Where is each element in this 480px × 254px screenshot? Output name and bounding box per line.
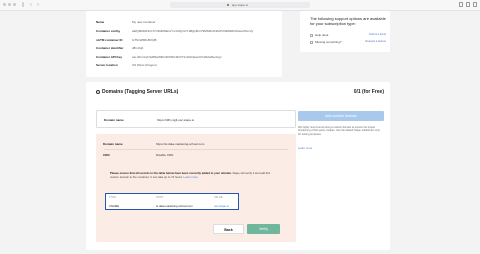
info-key: Name (96, 20, 105, 24)
pending-domain-value: https://st.data-marketing-school.com (156, 142, 205, 146)
default-domain-row: Domain name https://dfhn.tqjlt.usc.stape… (96, 110, 296, 128)
add-custom-domain-button[interactable]: Add custom domain (298, 111, 384, 121)
info-key: Container identifier (96, 46, 124, 50)
address-bar-url: app.stape.io (231, 3, 249, 7)
support-label: Missing something? (315, 40, 342, 44)
info-value[interactable]: aWQ9R1RNLVJYUDdhWE1vYmU0QnVtY1BjJjJlbnY9… (132, 29, 253, 33)
domains-panel: Domains (Tagging Server URLs) 0/1 (for F… (86, 82, 390, 250)
info-value: My new container (132, 20, 156, 24)
info-key: Container config (96, 29, 120, 33)
window-controls[interactable] (3, 3, 16, 6)
back-button[interactable]: Back (213, 224, 244, 234)
help-desk-icon (310, 33, 313, 37)
sidebar-toggle-icon[interactable]: ▯ (20, 2, 26, 8)
browser-actions (459, 2, 477, 7)
info-value[interactable]: dfhnzlqh (132, 46, 143, 50)
back-arrow-icon[interactable]: ‹ (28, 2, 34, 8)
info-value: US West (Oregon) (132, 63, 157, 67)
support-panel: The following support options are availa… (300, 11, 390, 52)
notice-learn-more-link[interactable]: Learn more (184, 175, 198, 179)
close-window-icon[interactable] (3, 3, 6, 6)
share-icon[interactable] (459, 2, 463, 7)
tabs-overview-icon[interactable] (473, 2, 477, 7)
divider (104, 149, 288, 150)
info-value[interactable]: GTM-W6RH5XQB (132, 38, 157, 42)
pending-domain-label: Domain name (103, 142, 123, 146)
globe-icon (96, 89, 100, 94)
cdn-label: CDN (103, 153, 110, 157)
feature-request-icon (310, 40, 313, 44)
support-row-help-desk: Help desk Submit a ticket (310, 33, 386, 37)
side-learn-more-link[interactable]: Learn more (298, 146, 312, 150)
custom-domain-help-text: We highly recommend using a custom domai… (298, 126, 380, 136)
support-row-feature: Missing something? Request a feature (310, 40, 386, 44)
record-type: CNAME (109, 204, 120, 208)
verify-button[interactable]: Verify (247, 224, 280, 234)
info-key: Server location (96, 63, 118, 67)
maximize-window-icon[interactable] (13, 3, 16, 6)
col-header-host: HOST (156, 196, 164, 199)
info-key: Container API Key (96, 55, 123, 59)
domains-quota: 0/1 (for Free) (353, 89, 384, 95)
default-domain-value: https://dfhn.tqjlt.usc.stape.io (157, 118, 195, 122)
dns-records-table: TYPE HOST VALUE CNAME st.data-marketing-… (105, 193, 239, 210)
verification-notice: Please ensure that all records in the ta… (110, 171, 278, 179)
new-tab-icon[interactable] (466, 2, 470, 7)
col-header-type: TYPE (109, 196, 117, 199)
request-feature-link[interactable]: Request a feature (365, 40, 386, 44)
browser-toolbar: ▯ ‹ › app.stape.io (0, 0, 480, 11)
container-info-panel: Name My new container Container config a… (86, 11, 282, 77)
address-bar[interactable]: app.stape.io (170, 2, 310, 8)
info-value[interactable]: sar:dfvrnzqh:Sd8Se5i9bx3FMSC9OVT1zs6Udsw… (132, 55, 222, 59)
info-key: sGTM container ID (96, 38, 123, 42)
minimize-window-icon[interactable] (8, 3, 11, 6)
submit-ticket-link[interactable]: Submit a ticket (369, 33, 386, 37)
support-label: Help desk (315, 33, 329, 37)
support-title: The following support options are availa… (310, 16, 386, 26)
col-header-value: VALUE (214, 196, 223, 199)
domains-title-text: Domains (Tagging Server URLs) (102, 89, 179, 95)
domains-title: Domains (Tagging Server URLs) (96, 89, 178, 95)
forward-arrow-icon[interactable]: › (35, 2, 41, 8)
record-host[interactable]: st.data-marketing-school.com (156, 204, 193, 208)
cdn-value: Disable CDN (156, 153, 174, 157)
record-value[interactable]: usc.stape.io (214, 204, 229, 208)
default-domain-label: Domain name (104, 118, 124, 122)
